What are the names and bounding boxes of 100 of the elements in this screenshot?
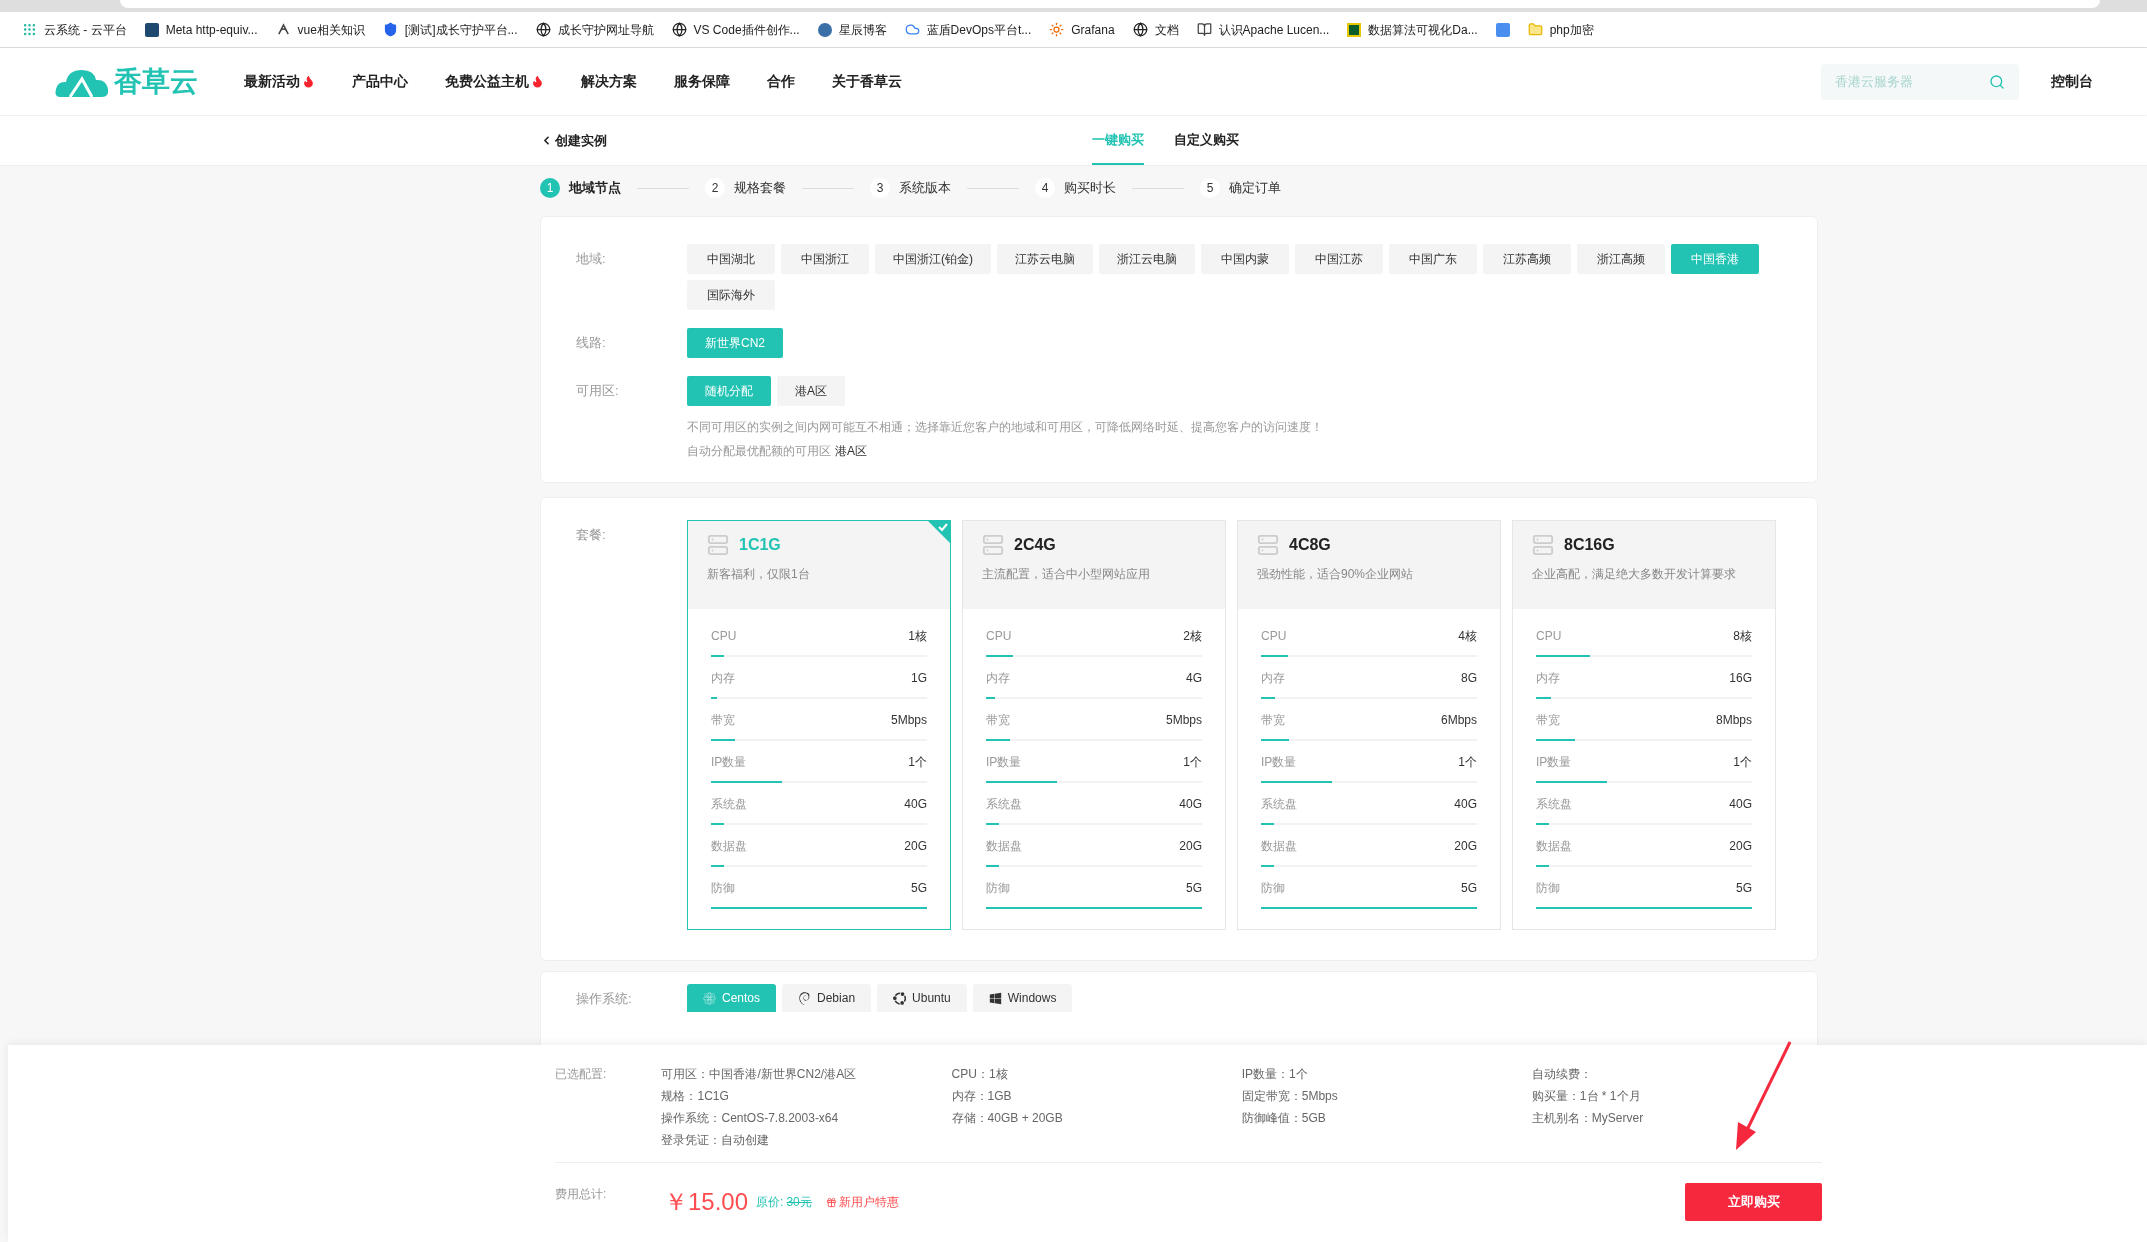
option-button[interactable]: 浙江高频 xyxy=(1577,244,1665,274)
spec-value: 1个 xyxy=(1458,754,1477,771)
search-icon[interactable] xyxy=(1989,73,2005,90)
option-button[interactable]: 港A区 xyxy=(777,376,845,406)
auto-zone-value: 港A区 xyxy=(835,443,867,460)
option-button[interactable]: 中国内蒙 xyxy=(1201,244,1289,274)
cloud-icon xyxy=(904,22,920,37)
nav-link[interactable]: 免费公益主机 xyxy=(445,71,544,92)
plan-name: 1C1G xyxy=(739,535,781,555)
nav-link[interactable]: 服务保障 xyxy=(674,71,730,92)
option-button[interactable]: 中国江苏 xyxy=(1295,244,1383,274)
spec-value: 8G xyxy=(1461,670,1477,687)
purchase-tab[interactable]: 自定义购买 xyxy=(1174,116,1239,165)
spec-label: IP数量 xyxy=(986,754,1022,771)
plan-card[interactable]: 2C4G 主流配置，适合中小型网站应用 CPU 2核 内存 4G 带宽 5Mbps IP数量 1个 系统盘 40G 数据盘 20G 防御 5G xyxy=(962,520,1226,930)
spec-value: 1个 xyxy=(1733,754,1752,771)
bookmark-link[interactable]: VS Code插件创作... xyxy=(693,20,800,39)
step-label: 系统版本 xyxy=(899,179,951,198)
square-icon xyxy=(144,22,159,37)
os-tab[interactable]: Windows xyxy=(972,984,1073,1012)
option-button[interactable]: 国际海外 xyxy=(687,280,775,310)
spec-value: 2核 xyxy=(1183,628,1202,645)
spec-label: 带宽 xyxy=(1261,712,1285,729)
original-price: 30元 xyxy=(786,1194,812,1211)
nav-link[interactable]: 产品中心 xyxy=(352,71,408,92)
spec-value: 20G xyxy=(1454,838,1477,855)
bookmark-link[interactable]: 蓝盾DevOps平台t... xyxy=(926,20,1032,39)
buy-now-button[interactable]: 立即购买 xyxy=(1685,1183,1822,1221)
field-label: 套餐: xyxy=(576,526,607,544)
option-button[interactable]: 江苏云电脑 xyxy=(997,244,1093,274)
nav-link[interactable]: 最新活动 xyxy=(244,71,315,92)
original-price-label: 原价: xyxy=(756,1194,784,1211)
auto-zone-note: 自动分配最优配额的可用区 xyxy=(687,443,831,460)
bookmark-link[interactable]: Meta http-equiv... xyxy=(165,20,258,39)
bookmark-link[interactable]: php加密 xyxy=(1549,20,1594,39)
spec-value: 8Mbps xyxy=(1715,712,1752,729)
total-label: 费用总计: xyxy=(555,1186,608,1203)
spec-label: 系统盘 xyxy=(1536,796,1572,813)
back-link[interactable]: 创建实例 xyxy=(540,116,1092,165)
spec-label: 带宽 xyxy=(986,712,1010,729)
bookmark-link[interactable]: Grafana xyxy=(1071,20,1115,39)
summary-label: 已选配置: xyxy=(555,1066,608,1083)
step-number: 5 xyxy=(1200,178,1220,198)
plan-description: 主流配置，适合中小型网站应用 xyxy=(982,566,1151,583)
spec-label: IP数量 xyxy=(1261,754,1297,771)
summary-item: 登录凭证：自动创建 xyxy=(661,1132,771,1149)
spec-value: 8核 xyxy=(1733,628,1752,645)
step-label: 确定订单 xyxy=(1229,179,1281,198)
summary-item: 可用区：中国香港/新世界CN2/港A区 xyxy=(661,1066,858,1083)
bookmark-link[interactable]: 成长守护网址导航 xyxy=(557,20,654,39)
spec-value: 40G xyxy=(904,796,927,813)
step-label: 地域节点 xyxy=(569,179,621,198)
server-icon xyxy=(707,534,729,556)
spec-value: 1核 xyxy=(908,628,927,645)
spec-label: CPU xyxy=(1261,628,1287,645)
plan-description: 新客福利，仅限1台 xyxy=(707,566,811,583)
spec-label: 系统盘 xyxy=(986,796,1022,813)
bookmark-link[interactable]: vue相关知识 xyxy=(297,20,365,39)
step-label: 购买时长 xyxy=(1064,179,1116,198)
summary-item: 规格：1C1G xyxy=(661,1088,730,1105)
bookmark-link[interactable]: 认识Apache Lucen... xyxy=(1218,20,1330,39)
option-button[interactable]: 浙江云电脑 xyxy=(1099,244,1195,274)
bookmark-link[interactable]: 云系统 - 云平台 xyxy=(44,20,127,39)
plan-card[interactable]: 8C16G 企业高配，满足绝大多数开发计算要求 CPU 8核 内存 16G 带宽 8Mbps IP数量 1个 系统盘 40G 数据盘 20G 防御 5G xyxy=(1512,520,1776,930)
spec-label: 防御 xyxy=(1536,880,1560,897)
plan-card[interactable]: 4C8G 强劲性能，适合90%企业网站 CPU 4核 内存 8G 带宽 6Mbps IP数量 1个 系统盘 40G 数据盘 20G 防御 5G xyxy=(1237,520,1501,930)
console-link[interactable]: 控制台 xyxy=(2051,71,2093,92)
four-panes-icon xyxy=(988,991,1002,1005)
spec-label: 带宽 xyxy=(1536,712,1560,729)
bookmark-link[interactable]: 数据算法可视化Da... xyxy=(1368,20,1478,39)
os-tab[interactable]: Debian xyxy=(782,984,872,1012)
option-button[interactable]: 中国浙江(铂金) xyxy=(875,244,991,274)
search-field[interactable]: 香港云服务器 xyxy=(1821,63,2019,100)
option-button[interactable]: 中国浙江 xyxy=(781,244,869,274)
field-label: 线路: xyxy=(576,334,607,352)
price: ￥15.00 xyxy=(664,1187,749,1217)
field-label: 可用区: xyxy=(576,382,620,400)
bookmark-link[interactable]: 星辰博客 xyxy=(838,20,887,39)
nav-link[interactable]: 合作 xyxy=(767,71,795,92)
spec-label: 系统盘 xyxy=(1261,796,1297,813)
spec-value: 20G xyxy=(1729,838,1752,855)
bookmark-link[interactable]: [测试]成长守护平台... xyxy=(404,20,518,39)
bookmark-link[interactable]: 文档 xyxy=(1154,20,1179,39)
shield-icon xyxy=(382,22,398,37)
flame-icon xyxy=(302,75,315,88)
plan-card[interactable]: 1C1G 新客福利，仅限1台 CPU 1核 内存 1G 带宽 5Mbps IP数量 1个 系统盘 40G 数据盘 20G 防御 5G xyxy=(687,520,951,930)
spec-label: 带宽 xyxy=(711,712,735,729)
option-button[interactable]: 中国广东 xyxy=(1389,244,1477,274)
option-button[interactable]: 江苏高频 xyxy=(1483,244,1571,274)
os-tab[interactable]: Ubuntu xyxy=(877,984,967,1012)
option-button[interactable]: 中国湖北 xyxy=(687,244,775,274)
summary-item: 自动续费： xyxy=(1531,1066,1593,1083)
spec-value: 5Mbps xyxy=(890,712,927,729)
nav-link[interactable]: 解决方案 xyxy=(581,71,637,92)
square-icon xyxy=(1495,22,1510,37)
plan-name: 4C8G xyxy=(1289,535,1331,555)
spec-value: 5G xyxy=(911,880,927,897)
summary-item: 防御峰值：5GB xyxy=(1241,1110,1327,1127)
field-label: 操作系统: xyxy=(576,990,633,1008)
nav-link[interactable]: 关于香草云 xyxy=(832,71,902,92)
